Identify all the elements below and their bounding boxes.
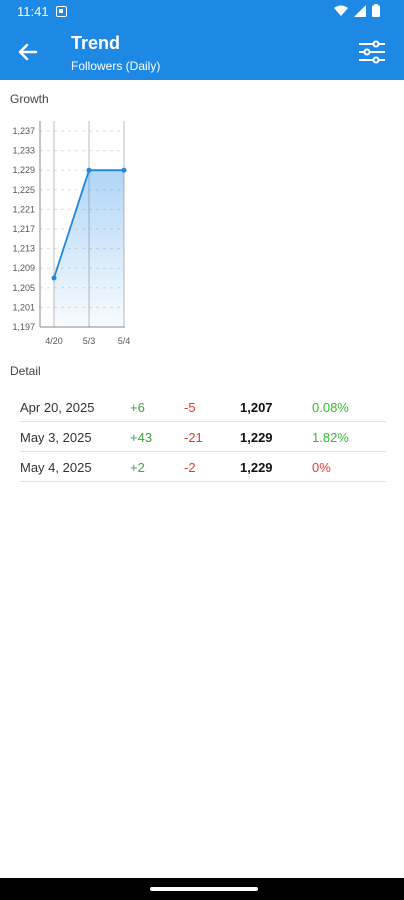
y-tick-label: 1,221 bbox=[12, 204, 35, 214]
growth-label: Growth bbox=[10, 92, 49, 106]
page-subtitle: Followers (Daily) bbox=[71, 59, 161, 73]
row-total: 1,207 bbox=[240, 400, 273, 415]
row-lost: -21 bbox=[184, 430, 203, 445]
y-tick-label: 1,205 bbox=[12, 283, 35, 293]
signal-icon bbox=[354, 4, 366, 17]
growth-chart: 1,197 1,201 1,205 1,209 1,213 1,217 1,221 1,225… bbox=[12, 121, 131, 346]
y-tick-label: 1,201 bbox=[12, 302, 35, 312]
status-bar: 11:41 bbox=[0, 0, 404, 24]
detail-label: Detail bbox=[10, 364, 41, 378]
page-title: Trend bbox=[71, 33, 121, 53]
row-gained: +43 bbox=[130, 430, 153, 445]
status-time: 11:41 bbox=[17, 4, 49, 19]
row-total: 1,229 bbox=[240, 460, 273, 475]
wifi-icon bbox=[334, 5, 348, 16]
x-tick-label: 5/4 bbox=[118, 336, 131, 346]
y-tick-label: 1,225 bbox=[12, 185, 35, 195]
system-nav-bar bbox=[0, 878, 404, 900]
row-gained: +2 bbox=[130, 460, 145, 475]
data-point bbox=[121, 167, 127, 173]
x-tick-label: 4/20 bbox=[45, 336, 63, 346]
table-row[interactable]: May 3, 2025 +43 -21 1,229 1.82% bbox=[20, 422, 386, 452]
back-arrow-icon[interactable] bbox=[14, 38, 42, 66]
y-tick-label: 1,233 bbox=[12, 146, 35, 156]
detail-table: Apr 20, 2025 +6 -5 1,207 0.08% May 3, 20… bbox=[20, 392, 386, 482]
y-tick-label: 1,229 bbox=[12, 165, 35, 175]
row-gained: +6 bbox=[130, 400, 145, 415]
data-point bbox=[51, 275, 57, 281]
row-percent: 0.08% bbox=[312, 400, 349, 415]
table-row[interactable]: Apr 20, 2025 +6 -5 1,207 0.08% bbox=[20, 392, 386, 422]
y-tick-label: 1,213 bbox=[12, 244, 35, 254]
row-percent: 1.82% bbox=[312, 430, 349, 445]
row-total: 1,229 bbox=[240, 430, 273, 445]
status-icons bbox=[334, 4, 380, 17]
row-lost: -5 bbox=[184, 400, 196, 415]
table-row[interactable]: May 4, 2025 +2 -2 1,229 0% bbox=[20, 452, 386, 482]
notification-icon bbox=[56, 6, 67, 17]
y-tick-label: 1,209 bbox=[12, 263, 35, 273]
series-area bbox=[54, 170, 124, 327]
row-date: Apr 20, 2025 bbox=[20, 400, 95, 415]
row-date: May 4, 2025 bbox=[20, 460, 92, 475]
app-bar: Trend Followers (Daily) bbox=[0, 24, 404, 80]
filter-sliders-icon[interactable] bbox=[358, 38, 386, 66]
y-tick-label: 1,217 bbox=[12, 224, 35, 234]
row-lost: -2 bbox=[184, 460, 196, 475]
row-percent: 0% bbox=[312, 460, 331, 475]
data-point bbox=[86, 167, 92, 173]
row-date: May 3, 2025 bbox=[20, 430, 92, 445]
y-tick-label: 1,197 bbox=[12, 322, 35, 332]
battery-icon bbox=[372, 4, 380, 17]
x-tick-label: 5/3 bbox=[83, 336, 96, 346]
home-handle[interactable] bbox=[150, 887, 258, 891]
y-tick-label: 1,237 bbox=[12, 126, 35, 136]
